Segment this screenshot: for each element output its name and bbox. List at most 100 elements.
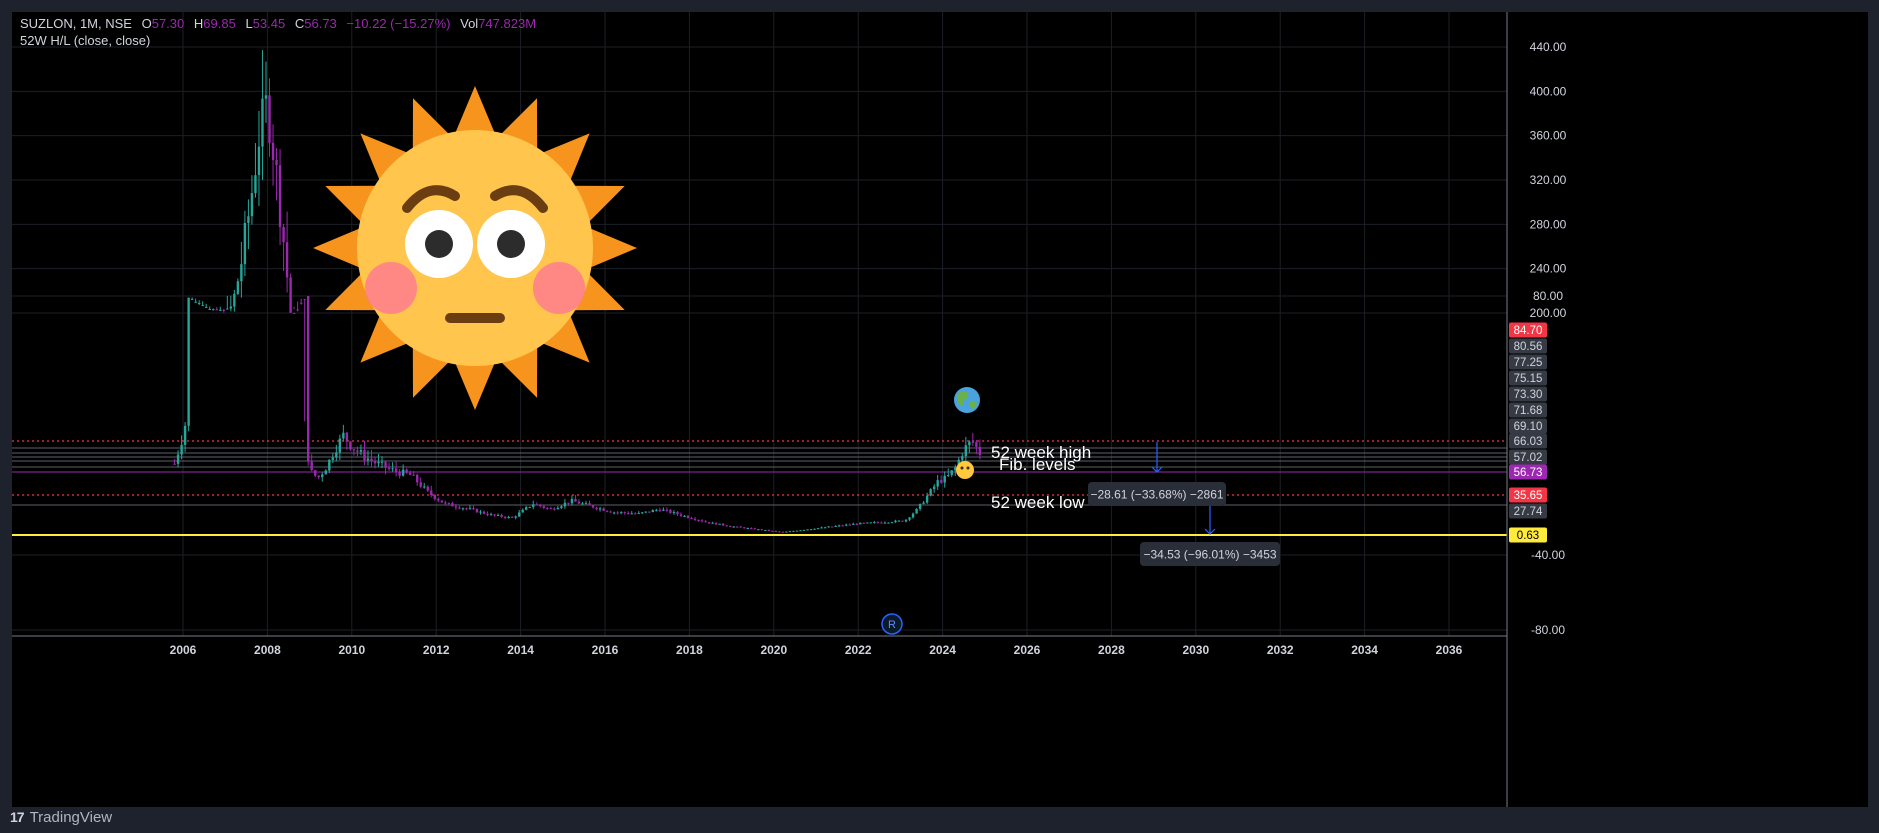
candle-body	[686, 515, 690, 518]
candle-body	[394, 468, 398, 472]
candle-body	[866, 522, 869, 524]
candle-body	[507, 516, 510, 518]
price-tick-label: 240.00	[1530, 262, 1567, 276]
candle-body	[676, 512, 679, 515]
candle-body	[257, 146, 261, 176]
candle-body	[939, 480, 943, 483]
candle-body	[823, 527, 827, 529]
brand-name[interactable]: TradingView	[30, 809, 113, 826]
candle-body	[855, 523, 858, 525]
candle-body	[461, 508, 465, 510]
candle-body	[254, 175, 257, 194]
candle-body	[197, 302, 201, 304]
candle-body	[510, 516, 514, 518]
candle-body	[697, 519, 700, 521]
volume-value: 747.823M	[478, 16, 537, 31]
candle-body	[901, 520, 904, 522]
chart-canvas[interactable]: −28.61 (−33.68%) −2861 −34.53 (−96.01%) …	[12, 12, 1868, 807]
candle-body	[890, 522, 894, 524]
candle-body	[517, 512, 521, 517]
candle-body	[475, 508, 479, 513]
candle-body	[321, 474, 324, 478]
candle-body	[447, 502, 451, 504]
candle-body	[584, 503, 588, 505]
time-tick-label: 2018	[676, 643, 703, 657]
candle-body	[975, 442, 978, 447]
candle-body	[306, 296, 310, 462]
candle-body	[426, 486, 429, 491]
time-tick-label: 2034	[1351, 643, 1378, 657]
candle-body	[384, 461, 387, 468]
price-tick-label: 360.00	[1530, 129, 1567, 143]
candle-body	[219, 309, 222, 311]
candle-body	[880, 522, 883, 524]
candle-body	[486, 513, 489, 515]
candle-body	[212, 309, 215, 311]
candle-body	[180, 444, 183, 455]
candle-body	[774, 530, 778, 532]
candle-body	[335, 452, 338, 458]
candle-body	[289, 277, 292, 313]
candle-body	[637, 512, 640, 514]
candle-body	[352, 449, 356, 451]
indicator-label[interactable]: 52W H/L (close, close)	[20, 33, 150, 48]
symbol-legend[interactable]: SUZLON, 1M, NSE O57.30 H69.85 L53.45 C56…	[20, 16, 536, 31]
candle-body	[679, 514, 683, 516]
candle-body	[380, 461, 384, 463]
candle-body	[795, 530, 799, 532]
time-tick-label: 2006	[170, 643, 197, 657]
candle-body	[739, 526, 742, 528]
candle-body	[261, 98, 264, 147]
candle-body	[925, 495, 929, 503]
time-tick-label: 2010	[338, 643, 365, 657]
time-tick-label: 2032	[1267, 643, 1294, 657]
candle-body	[496, 514, 500, 516]
candle-body	[570, 498, 574, 504]
candle-body	[707, 522, 711, 524]
chart-area[interactable]: −28.61 (−33.68%) −2861 −34.53 (−96.01%) …	[12, 12, 1868, 807]
symbol-info[interactable]: SUZLON, 1M, NSE	[20, 16, 132, 31]
candle-body	[651, 510, 655, 513]
candle-body	[961, 456, 964, 460]
candle-body	[366, 458, 370, 461]
candle-body	[546, 507, 549, 509]
candle-body	[356, 450, 359, 452]
candle-body	[711, 522, 714, 524]
measure-label-1: −28.61 (−33.68%) −2861	[1090, 488, 1223, 502]
candle-body	[271, 142, 275, 161]
time-axis[interactable]: 2006 2008 2010 2012 2014 2016 2018 2020 2022 2024…	[170, 643, 1463, 657]
candle-body	[827, 526, 830, 528]
candle-body	[479, 511, 482, 513]
low-label: L	[245, 16, 253, 31]
indicator-legend[interactable]: 52W H/L (close, close)	[20, 33, 150, 48]
candle-body	[591, 505, 595, 508]
candle-body	[760, 529, 764, 531]
candle-body	[876, 522, 880, 524]
candle-body	[915, 508, 918, 514]
tradingview-logo-icon[interactable]: 17	[10, 809, 25, 825]
candle-body	[848, 524, 851, 526]
price-badge-label: 73.30	[1514, 389, 1543, 401]
candle-body	[532, 504, 535, 507]
globe-icon	[954, 387, 980, 413]
candle-body	[278, 165, 282, 228]
price-badge-label: 84.70	[1514, 325, 1543, 337]
candle-body	[437, 498, 440, 501]
candle-body	[830, 526, 834, 528]
candle-body	[728, 526, 732, 528]
price-tick-label: 280.00	[1530, 217, 1567, 231]
candle-body	[704, 521, 707, 523]
price-badge-label: 75.15	[1514, 373, 1543, 385]
candle-body	[732, 526, 735, 528]
candle-body	[834, 525, 837, 527]
candle-body	[802, 529, 806, 531]
candle-body	[609, 511, 612, 513]
candle-body	[387, 467, 391, 469]
candle-body	[201, 304, 204, 306]
candle-body	[918, 503, 922, 509]
candle-body	[525, 507, 528, 510]
candle-body	[314, 470, 317, 476]
candle-body	[588, 503, 591, 506]
candle-body	[753, 528, 757, 530]
candle-body	[535, 504, 538, 506]
